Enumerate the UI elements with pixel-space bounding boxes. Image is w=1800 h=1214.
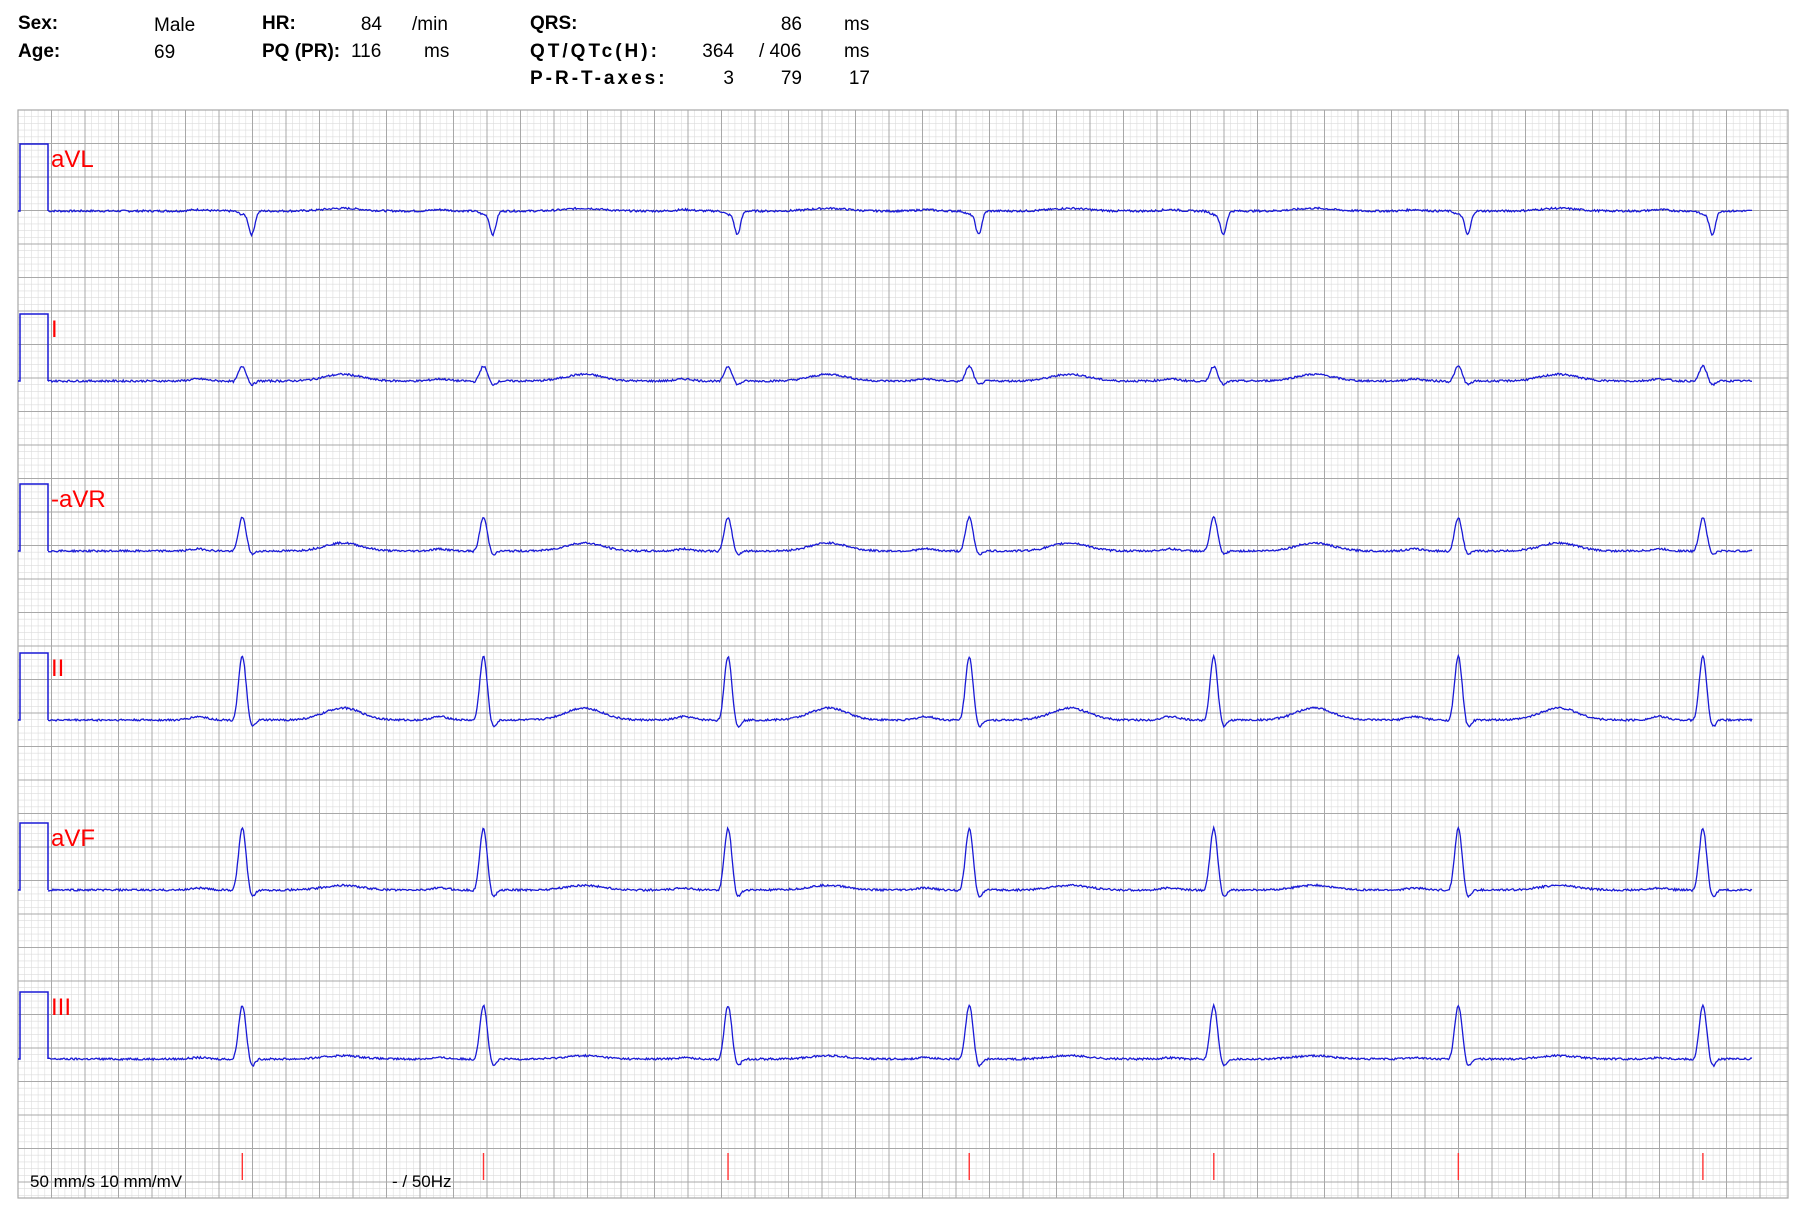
lead-label: -aVR <box>51 486 106 513</box>
hr-unit: /min <box>412 14 448 35</box>
ecg-chart: aVL I -aVR II aVF III <box>17 109 1789 1199</box>
pq-label: PQ (PR): <box>262 41 341 62</box>
pq-unit: ms <box>424 41 450 62</box>
qrs-unit: ms <box>844 14 870 35</box>
age-label: Age: <box>18 41 61 62</box>
calibration-pulse <box>18 483 49 552</box>
calibration-pulse <box>18 991 49 1060</box>
axes-label: P-R-T-axes: <box>530 68 668 89</box>
ecg-grid-minor <box>18 110 1788 1198</box>
calibration-pulse <box>18 313 49 382</box>
qtc-value: / 406 <box>759 41 802 62</box>
hr-value: 84 <box>360 14 382 35</box>
sex-value: Male <box>154 15 196 36</box>
lead-label: II <box>51 655 64 682</box>
hr-label: HR: <box>262 13 296 34</box>
qt-unit: ms <box>844 41 870 62</box>
lead-label: III <box>51 994 71 1021</box>
ecg-beat-markers <box>241 1153 1704 1180</box>
lead-label: I <box>51 316 58 343</box>
r-axis-value: 79 <box>780 68 802 89</box>
t-axis-value: 17 <box>848 68 870 89</box>
age-value: 69 <box>154 42 176 63</box>
filter-label: - / 50Hz <box>392 1172 452 1191</box>
lead-label: aVF <box>51 825 95 852</box>
lead-trace-avf <box>47 824 1753 899</box>
lead-trace-neg-avr <box>47 515 1753 556</box>
qt-value: 364 <box>702 41 734 62</box>
p-axis-value: 3 <box>723 68 734 89</box>
qt-label: QT/QTc(H): <box>530 41 660 62</box>
qrs-value: 86 <box>780 14 802 35</box>
qrs-label: QRS: <box>530 13 578 34</box>
speed-gain-label: 50 mm/s 10 mm/mV <box>30 1172 183 1191</box>
sex-label: Sex: <box>18 13 59 34</box>
lead-trace-ii <box>47 653 1753 729</box>
lead-trace-i <box>47 364 1753 387</box>
pq-value: 116 <box>351 41 382 62</box>
calibration-pulse <box>18 822 49 891</box>
lead-trace-avl <box>47 206 1752 238</box>
lead-label: aVL <box>51 146 94 173</box>
